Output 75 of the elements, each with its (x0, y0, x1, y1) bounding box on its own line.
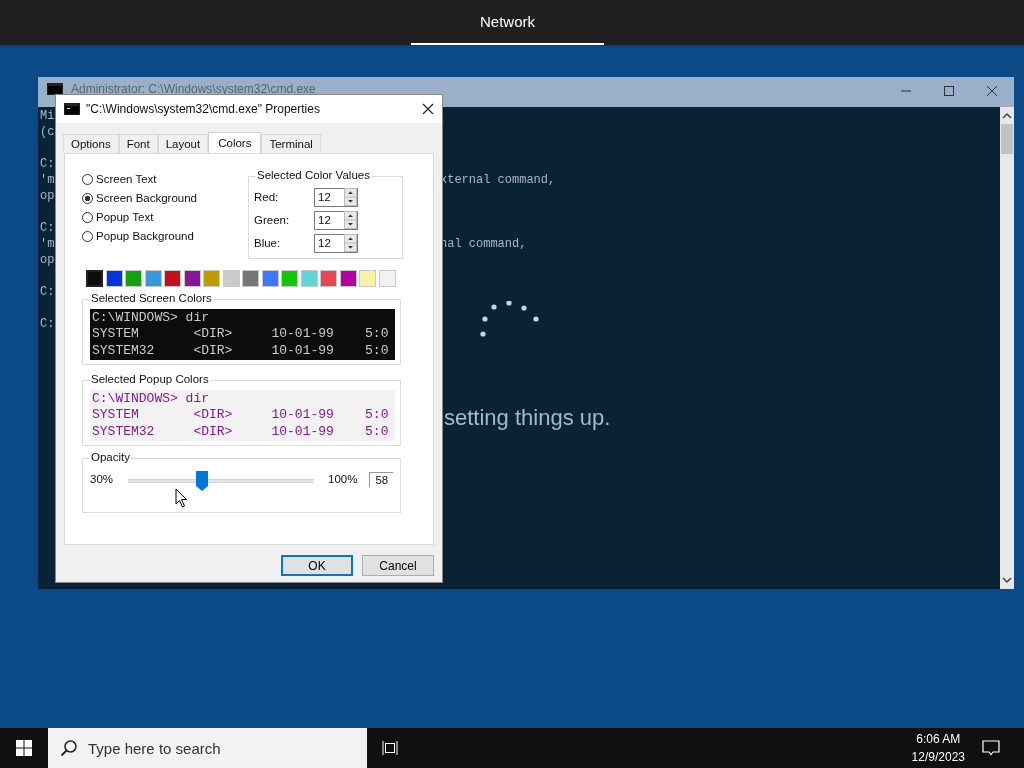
close-icon[interactable] (422, 103, 434, 115)
preview-text: SYSTEM32 <DIR> 10-01-99 5:0 (92, 342, 390, 359)
dialog-title: "C:\Windows\system32\cmd.exe" Properties (86, 102, 320, 116)
scroll-down-icon[interactable] (1002, 576, 1012, 584)
group-title: Selected Popup Colors (90, 373, 210, 385)
radio-button[interactable] (82, 230, 93, 242)
opacity-value-field[interactable]: 58 (369, 471, 394, 487)
maximize-icon[interactable] (943, 85, 955, 97)
console-text: 'm (40, 237, 55, 251)
tab[interactable]: Options (63, 134, 119, 153)
mouse-pointer-icon (175, 488, 189, 508)
field-label: Green: (254, 214, 291, 226)
console-icon (47, 83, 63, 95)
console-text: 'm (40, 173, 55, 187)
close-icon[interactable] (986, 85, 998, 97)
search-field[interactable]: Type here to search (48, 728, 367, 768)
search-icon (60, 739, 78, 757)
spinner-icon (479, 301, 539, 337)
spinner-arrows-icon[interactable] (344, 211, 357, 229)
radio-label: Popup Background (96, 230, 194, 242)
min-label: 30% (90, 473, 115, 485)
radio-option[interactable]: Popup Text (82, 211, 247, 223)
console-text: C: (40, 285, 55, 299)
field-label: Red: (254, 191, 280, 203)
number-field[interactable]: 12 (314, 187, 358, 207)
preview-text: C:\WINDOWS> dir (92, 310, 211, 327)
spinner-arrows-icon[interactable] (344, 234, 357, 252)
console-text: C: (40, 157, 55, 171)
console-text: C: (40, 221, 55, 235)
task-view-icon[interactable] (382, 740, 400, 756)
dialog-button[interactable]: OK (281, 555, 353, 576)
color-swatch[interactable] (86, 270, 103, 287)
group-title: Opacity (90, 451, 131, 463)
radio-button[interactable] (82, 173, 93, 185)
clock-date[interactable]: 12/9/2023 (911, 750, 965, 764)
radio-option[interactable]: Screen Background (82, 192, 247, 204)
notification-icon[interactable] (982, 740, 1000, 756)
console-icon (64, 103, 80, 115)
preview-text: SYSTEM <DIR> 10-01-99 5:0 (92, 407, 390, 424)
preview-text: C:\WINDOWS> dir (92, 391, 211, 408)
radio-option[interactable]: Screen Text (82, 173, 247, 185)
tab[interactable]: Colors (208, 132, 262, 153)
tab[interactable]: Terminal (261, 134, 321, 153)
group-title: Selected Color Values (256, 169, 371, 181)
scrollbar[interactable] (1000, 107, 1014, 589)
network-tab[interactable]: Network (411, 0, 604, 45)
radio-button[interactable] (82, 211, 93, 223)
console-text: C: (40, 317, 55, 331)
group-title: Selected Screen Colors (90, 292, 213, 304)
windows-start-icon[interactable] (16, 740, 32, 756)
radio-option[interactable]: Popup Background (82, 230, 247, 242)
radio-button[interactable] (82, 192, 93, 204)
dialog-button[interactable]: Cancel (362, 555, 434, 576)
console-text: op (40, 253, 55, 267)
status-text: setting things up. (444, 405, 611, 431)
field-label: Blue: (254, 237, 282, 249)
scroll-thumb[interactable] (1001, 124, 1013, 154)
console-text: op (40, 189, 55, 203)
clock-time[interactable]: 6:06 AM (916, 732, 961, 746)
slider-thumb[interactable] (196, 471, 209, 491)
number-field[interactable]: 12 (314, 210, 358, 230)
console-text: Mi (40, 109, 55, 123)
preview-text: SYSTEM <DIR> 10-01-99 5:0 (92, 326, 390, 343)
preview-text: SYSTEM32 <DIR> 10-01-99 5:0 (92, 423, 390, 440)
number-field[interactable]: 12 (314, 233, 358, 253)
console-text: (c (40, 125, 55, 139)
radio-label: Popup Text (96, 211, 154, 223)
radio-label: Screen Background (96, 192, 197, 204)
tab[interactable]: Font (118, 134, 158, 153)
radio-label: Screen Text (96, 173, 157, 185)
tab[interactable]: Layout (157, 134, 209, 153)
window-title: Administrator: C:\Windows\system32\cmd.exe (71, 83, 316, 95)
max-label: 100% (328, 473, 358, 485)
spinner-arrows-icon[interactable] (344, 188, 357, 206)
scroll-up-icon[interactable] (1002, 112, 1012, 120)
